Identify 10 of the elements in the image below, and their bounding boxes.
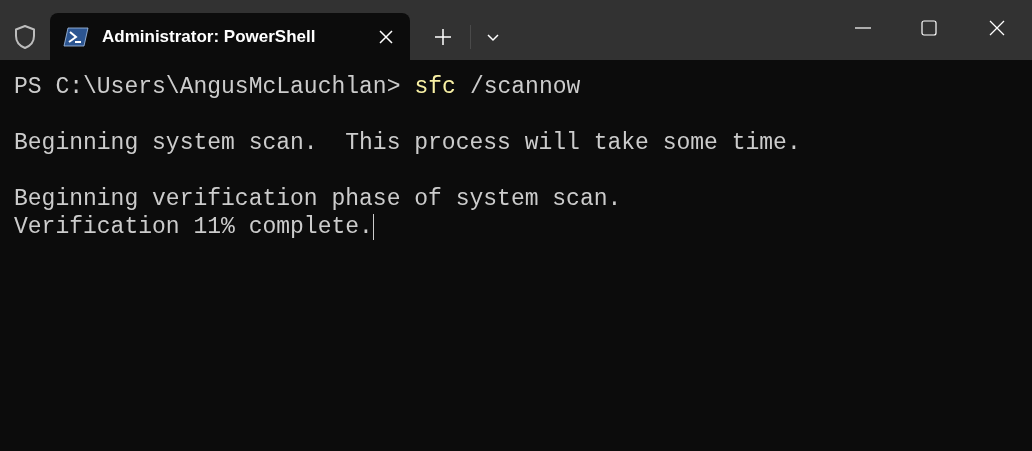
tab-title: Administrator: PowerShell bbox=[102, 25, 316, 48]
shield-icon bbox=[13, 23, 37, 50]
output-line: Verification 11% complete. bbox=[14, 213, 373, 241]
command-name: sfc bbox=[414, 73, 456, 101]
output-line: Beginning verification phase of system scan. bbox=[14, 185, 622, 213]
prompt-text: PS C:\Users\AngusMcLauchlan> bbox=[14, 73, 401, 101]
powershell-icon bbox=[63, 26, 89, 47]
command-argument: /scannow bbox=[469, 73, 581, 101]
output-line: Beginning system scan. This process will take some time. bbox=[14, 129, 801, 157]
terminal-tab[interactable]: Administrator: PowerShell bbox=[50, 13, 410, 60]
